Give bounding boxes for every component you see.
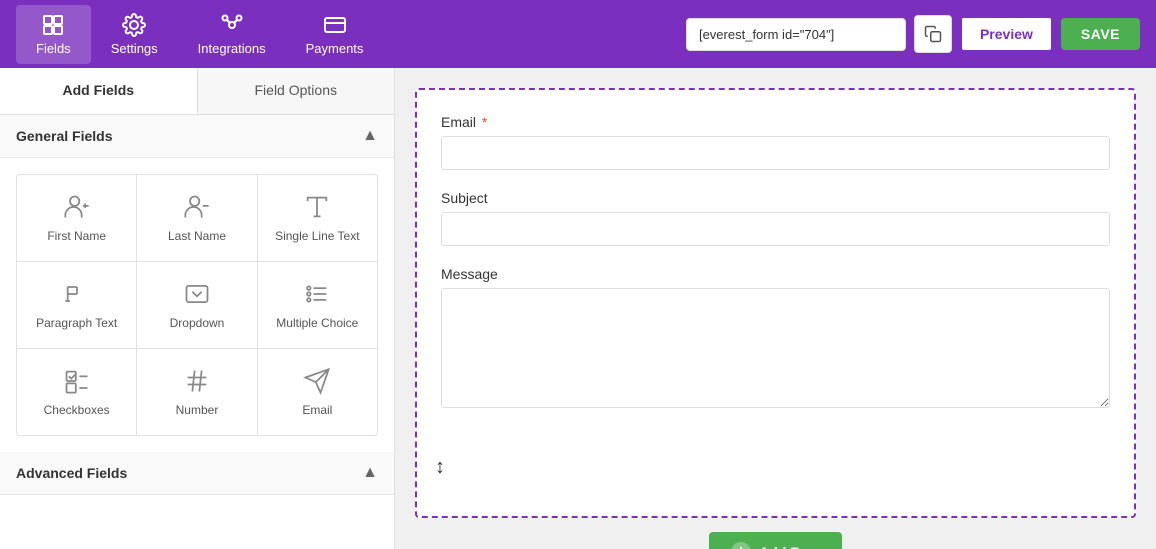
advanced-fields-section-header[interactable]: Advanced Fields ▲ (0, 452, 394, 495)
first-name-icon (63, 193, 91, 221)
add-row-plus-icon: + (731, 542, 751, 549)
last-name-icon (183, 193, 211, 221)
general-fields-collapse-arrow: ▲ (362, 127, 378, 145)
general-fields-grid: First Name Last Name Single Line Text (16, 174, 378, 436)
number-icon (183, 367, 211, 395)
single-line-text-icon (303, 193, 331, 221)
shortcode-display: [everest_form id="704"] (686, 18, 906, 51)
sidebar: Add Fields Field Options General Fields … (0, 68, 395, 549)
integrations-icon (220, 13, 244, 37)
tab-field-options[interactable]: Field Options (198, 68, 395, 114)
field-multiple-choice[interactable]: Multiple Choice (258, 262, 377, 348)
nav-item-settings[interactable]: Settings (91, 5, 178, 64)
field-last-name[interactable]: Last Name (137, 175, 256, 261)
field-checkboxes[interactable]: Checkboxes (17, 349, 136, 435)
dropdown-icon (183, 280, 211, 308)
preview-button[interactable]: Preview (960, 16, 1053, 52)
field-email[interactable]: Email (258, 349, 377, 435)
top-navigation: Fields Settings Integrations Payments [e… (0, 0, 1156, 68)
email-input[interactable] (441, 136, 1110, 170)
subject-input[interactable] (441, 212, 1110, 246)
field-first-name[interactable]: First Name (17, 175, 136, 261)
message-label: Message (441, 266, 1110, 282)
settings-icon (122, 13, 146, 37)
form-canvas: Email * Subject Message ↕ (395, 68, 1156, 549)
sidebar-tabs: Add Fields Field Options (0, 68, 394, 115)
form-field-subject: Subject (441, 190, 1110, 246)
advanced-fields-collapse-arrow: ▲ (362, 464, 378, 482)
copy-shortcode-button[interactable] (914, 15, 952, 53)
email-label: Email * (441, 114, 1110, 130)
add-row-area: + Add Row (415, 518, 1136, 549)
save-button[interactable]: SAVE (1061, 18, 1140, 50)
field-number[interactable]: Number (137, 349, 256, 435)
tab-add-fields[interactable]: Add Fields (0, 68, 198, 114)
email-icon (303, 367, 331, 395)
message-textarea[interactable] (441, 288, 1110, 408)
nav-item-integrations[interactable]: Integrations (178, 5, 286, 64)
form-field-message: Message (441, 266, 1110, 413)
checkboxes-icon (63, 367, 91, 395)
nav-item-payments[interactable]: Payments (286, 5, 384, 64)
paragraph-text-icon (63, 280, 91, 308)
payments-icon (323, 13, 347, 37)
form-area: Email * Subject Message (415, 88, 1136, 518)
nav-item-fields[interactable]: Fields (16, 5, 91, 64)
fields-icon (41, 13, 65, 37)
copy-icon (924, 25, 942, 43)
main-layout: Add Fields Field Options General Fields … (0, 68, 1156, 549)
form-field-email: Email * (441, 114, 1110, 170)
add-row-button[interactable]: + Add Row (709, 532, 842, 549)
field-paragraph-text[interactable]: Paragraph Text (17, 262, 136, 348)
field-single-line-text[interactable]: Single Line Text (258, 175, 377, 261)
general-fields-section-header[interactable]: General Fields ▲ (0, 115, 394, 158)
email-required-indicator: * (478, 114, 487, 130)
multiple-choice-icon (303, 280, 331, 308)
field-dropdown[interactable]: Dropdown (137, 262, 256, 348)
subject-label: Subject (441, 190, 1110, 206)
